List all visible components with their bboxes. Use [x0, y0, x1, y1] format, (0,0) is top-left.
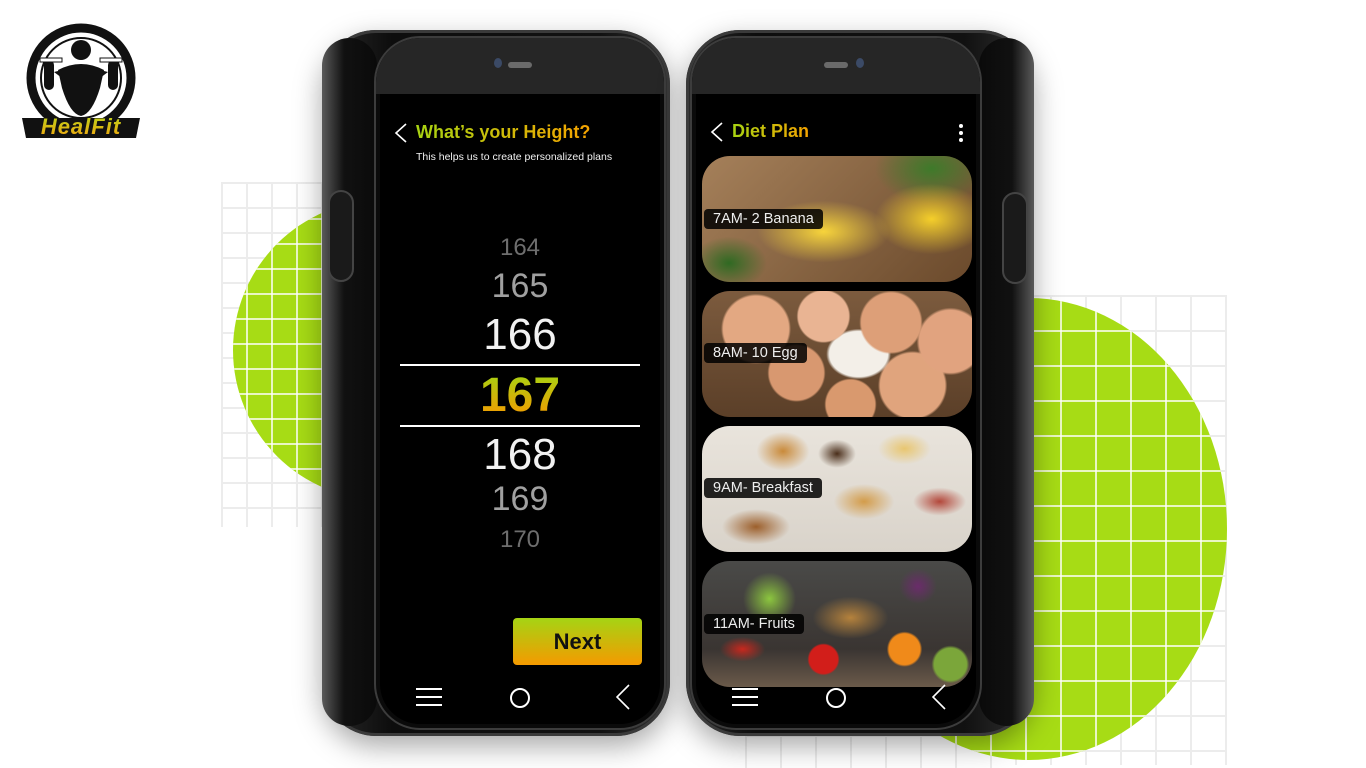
back-icon[interactable]	[616, 684, 630, 710]
phone-top-bezel	[376, 38, 664, 94]
home-icon[interactable]	[510, 688, 530, 708]
more-options-icon[interactable]	[958, 124, 964, 142]
meal-list: 7AM- 2 Banana 8AM- 10 Egg 9AM- Breakfast…	[702, 156, 972, 696]
meal-label: 7AM- 2 Banana	[704, 209, 823, 229]
phone-bezel: What’s your Height? This helps us to cre…	[374, 36, 666, 730]
back-chevron-icon[interactable]	[394, 122, 408, 143]
front-camera	[494, 58, 502, 68]
home-icon[interactable]	[826, 688, 846, 708]
phone-top-bezel	[692, 38, 980, 94]
picker-option[interactable]: 168	[380, 430, 660, 480]
height-screen: What’s your Height? This helps us to cre…	[380, 94, 660, 724]
phone-side	[322, 38, 377, 726]
picker-option[interactable]: 164	[380, 234, 660, 262]
system-nav-bar	[380, 678, 660, 718]
header: What’s your Height?	[394, 122, 590, 143]
meal-label: 8AM- 10 Egg	[704, 343, 807, 363]
phone-diet-screen: Diet Plan 7AM- 2 Banana 8AM- 10 Egg 9AM-…	[686, 30, 1034, 736]
page-title: Diet Plan	[732, 121, 810, 141]
front-camera	[856, 58, 864, 68]
phone-bezel: Diet Plan 7AM- 2 Banana 8AM- 10 Egg 9AM-…	[690, 36, 982, 730]
selection-divider-top	[400, 364, 640, 366]
header: Diet Plan	[710, 121, 809, 142]
system-nav-bar	[696, 678, 976, 718]
menu-icon[interactable]	[732, 688, 758, 708]
side-button	[1002, 192, 1028, 284]
selection-divider-bottom	[400, 425, 640, 427]
earpiece-speaker	[824, 62, 848, 68]
phone-side	[979, 38, 1034, 726]
showcase-canvas: HealFit What’s your Height? This helps u…	[0, 0, 1366, 768]
logo-wordmark: HealFit	[41, 114, 122, 139]
page-subtitle: This helps us to create personalized pla…	[416, 151, 613, 163]
picker-option[interactable]: 165	[380, 267, 660, 306]
picker-option[interactable]: 170	[380, 526, 660, 554]
back-icon[interactable]	[932, 684, 946, 710]
diet-plan-screen: Diet Plan 7AM- 2 Banana 8AM- 10 Egg 9AM-…	[696, 94, 976, 724]
meal-label: 9AM- Breakfast	[704, 478, 822, 498]
page-title: What’s your Height?	[416, 122, 591, 142]
picker-option[interactable]: 169	[380, 480, 660, 519]
back-chevron-icon[interactable]	[710, 121, 724, 142]
earpiece-speaker	[508, 62, 532, 68]
meal-card[interactable]: 8AM- 10 Egg	[702, 291, 972, 417]
meal-label: 11AM- Fruits	[704, 614, 804, 634]
picker-selected-value[interactable]: 167	[380, 368, 660, 423]
meal-card[interactable]: 11AM- Fruits	[702, 561, 972, 687]
phone-height-screen: What’s your Height? This helps us to cre…	[322, 30, 670, 736]
picker-option[interactable]: 166	[380, 310, 660, 360]
next-button[interactable]: Next	[513, 618, 642, 665]
menu-icon[interactable]	[416, 688, 442, 708]
meal-card[interactable]: 7AM- 2 Banana	[702, 156, 972, 282]
meal-card[interactable]: 9AM- Breakfast	[702, 426, 972, 552]
healfit-logo: HealFit	[22, 23, 140, 139]
side-button	[328, 190, 354, 282]
